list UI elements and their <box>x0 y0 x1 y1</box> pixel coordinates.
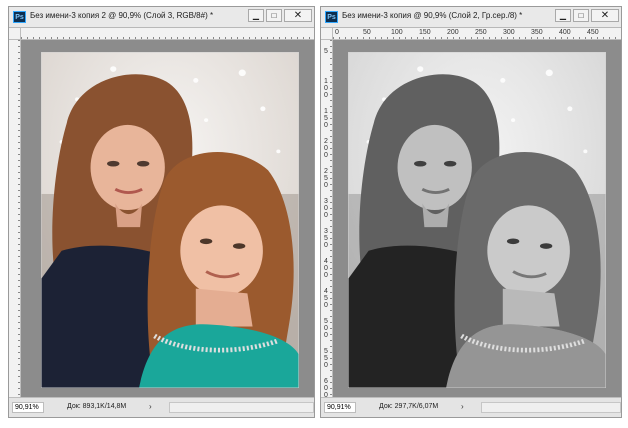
maximize-button[interactable]: □ <box>266 9 282 22</box>
ruler-h-label: 0 <box>335 29 339 36</box>
close-button[interactable]: ✕ <box>284 9 312 22</box>
ruler-h-label: 50 <box>363 29 371 36</box>
horizontal-scrollbar[interactable] <box>481 402 621 413</box>
horizontal-ruler[interactable] <box>21 28 314 40</box>
ruler-v-label: 1 0 0 <box>324 78 328 99</box>
ruler-h-label: 400 <box>559 29 571 36</box>
document-title: Без имени-3 копия 2 @ 90,9% (Слой 3, RGB… <box>30 11 214 20</box>
ruler-v-label: 6 0 0 <box>324 378 328 399</box>
ruler-v-label: 1 5 0 <box>324 108 328 129</box>
ruler-h-label: 200 <box>447 29 459 36</box>
ruler-v-label: 4 5 0 <box>324 288 328 309</box>
ruler-v-label: 5 <box>324 48 328 55</box>
ruler-v-label: 2 5 0 <box>324 168 328 189</box>
vertical-ruler[interactable] <box>9 40 21 397</box>
status-bar: 90,91% Док: 297,7K/6,07M › <box>321 397 621 417</box>
ruler-v-label: 2 0 0 <box>324 138 328 159</box>
close-button[interactable]: ✕ <box>591 9 619 22</box>
document-title: Без имени-3 копия @ 90,9% (Слой 2, Гр.се… <box>342 11 523 20</box>
zoom-field[interactable]: 90,91% <box>12 402 44 413</box>
canvas-area[interactable] <box>333 40 621 397</box>
ruler-v-label: 5 5 0 <box>324 348 328 369</box>
status-menu-arrow-icon[interactable]: › <box>149 402 152 411</box>
ruler-h-label: 300 <box>503 29 515 36</box>
title-bar[interactable]: Ps Без имени-3 копия @ 90,9% (Слой 2, Гр… <box>321 7 621 28</box>
canvas-area[interactable] <box>21 40 314 397</box>
ruler-v-label: 5 0 0 <box>324 318 328 339</box>
ruler-h-label: 350 <box>531 29 543 36</box>
photoshop-app-icon: Ps <box>13 11 26 23</box>
ruler-v-label: 4 0 0 <box>324 258 328 279</box>
document-size-info[interactable]: Док: 893,1K/14,8M <box>67 403 126 410</box>
document-size-info[interactable]: Док: 297,7K/6,07M <box>379 403 438 410</box>
minimize-button[interactable]: ▁ <box>248 9 264 22</box>
maximize-button[interactable]: □ <box>573 9 589 22</box>
portrait-photo <box>41 52 299 388</box>
zoom-field[interactable]: 90,91% <box>324 402 356 413</box>
horizontal-scrollbar[interactable] <box>169 402 314 413</box>
status-bar: 90,91% Док: 893,1K/14,8M › <box>9 397 314 417</box>
photo-canvas[interactable] <box>41 52 299 388</box>
document-window-right[interactable]: Ps Без имени-3 копия @ 90,9% (Слой 2, Гр… <box>320 6 622 418</box>
ruler-v-label: 3 0 0 <box>324 198 328 219</box>
ruler-h-label: 250 <box>475 29 487 36</box>
ruler-h-label: 100 <box>391 29 403 36</box>
vertical-ruler[interactable]: 5 1 0 0 1 5 0 2 0 0 2 5 0 3 0 0 3 5 0 4 … <box>321 40 333 399</box>
status-menu-arrow-icon[interactable]: › <box>461 402 464 411</box>
ruler-v-label: 3 5 0 <box>324 228 328 249</box>
minimize-button[interactable]: ▁ <box>555 9 571 22</box>
ruler-h-label: 450 <box>587 29 599 36</box>
title-bar[interactable]: Ps Без имени-3 копия 2 @ 90,9% (Слой 3, … <box>9 7 314 28</box>
ruler-corner[interactable] <box>321 28 333 40</box>
photoshop-app-icon: Ps <box>325 11 338 23</box>
ruler-corner[interactable] <box>9 28 21 40</box>
ruler-h-label: 150 <box>419 29 431 36</box>
horizontal-ruler[interactable]: 0 50 100 150 200 250 300 350 400 450 <box>333 28 621 40</box>
photo-canvas[interactable] <box>348 52 606 388</box>
document-window-left[interactable]: Ps Без имени-3 копия 2 @ 90,9% (Слой 3, … <box>8 6 315 418</box>
portrait-photo-grayscale <box>348 52 606 388</box>
